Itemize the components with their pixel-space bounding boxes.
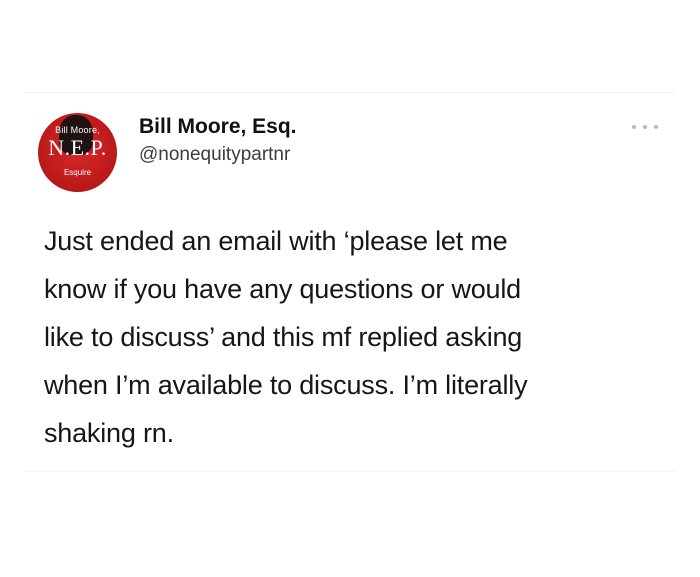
author-info: Bill Moore, Esq. @nonequitypartnr [139, 115, 297, 167]
avatar-top-text: Bill Moore, [55, 125, 100, 135]
tweet-text: Just ended an email with ‘please let me … [44, 217, 664, 457]
author-handle[interactable]: @nonequitypartnr [139, 143, 297, 167]
more-horizontal-icon[interactable] [632, 122, 658, 132]
more-dot [632, 125, 636, 129]
avatar[interactable]: Bill Moore, N.E.P. Esquire [38, 113, 117, 192]
tweet-line: when I’m available to discuss. I’m liter… [44, 370, 528, 400]
tweet-line: know if you have any questions or would [44, 274, 521, 304]
more-dot [654, 125, 658, 129]
tweet-card: Bill Moore, N.E.P. Esquire Bill Moore, E… [24, 92, 676, 472]
tweet-line: shaking rn. [44, 418, 174, 448]
more-dot [643, 125, 647, 129]
avatar-bottom-text: Esquire [63, 168, 92, 177]
author-name[interactable]: Bill Moore, Esq. [139, 115, 297, 139]
tweet-screenshot: Bill Moore, N.E.P. Esquire Bill Moore, E… [0, 0, 700, 577]
tweet-line: Just ended an email with ‘please let me [44, 226, 508, 256]
tweet-line: like to discuss’ and this mf replied ask… [44, 322, 523, 352]
avatar-main-text: N.E.P. [48, 135, 107, 160]
